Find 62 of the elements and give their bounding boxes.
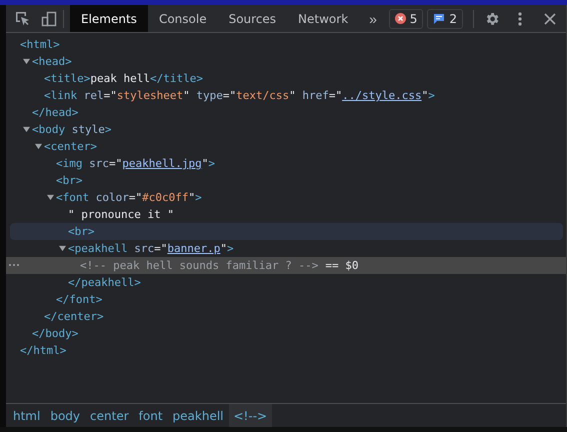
code-line: <html> — [20, 38, 60, 51]
message-count-badge[interactable]: 2 — [427, 8, 463, 28]
code-line: <img src="peakhell.jpg"> — [56, 157, 215, 170]
code-line: </center> — [44, 310, 104, 323]
code-line: </font> — [56, 293, 102, 306]
tree-row[interactable]: " pronounce it " — [6, 206, 566, 223]
link[interactable]: peakhell.jpg — [122, 157, 202, 170]
breadcrumb[interactable]: <!--> — [228, 404, 272, 427]
breadcrumb[interactable]: html — [8, 404, 46, 427]
tree-row[interactable]: <body style> — [6, 121, 566, 138]
more-tabs-button[interactable]: » — [359, 10, 387, 26]
more-icon[interactable] — [8, 261, 20, 269]
code-line: <body style> — [32, 123, 112, 136]
panel-tab[interactable]: Network — [287, 5, 360, 32]
expand-arrow-icon[interactable] — [59, 245, 66, 252]
settings-icon[interactable] — [484, 10, 500, 26]
device-toolbar-icon[interactable] — [41, 10, 57, 26]
breadcrumb[interactable]: font — [134, 404, 168, 427]
code-line: " pronounce it " — [68, 208, 174, 221]
code-line: </peakhell> — [68, 276, 141, 289]
code-line: <peakhell src="banner.p"> — [68, 242, 234, 255]
code-line: <br> — [68, 225, 94, 238]
tree-row[interactable]: <peakhell src="banner.p"> — [6, 240, 566, 257]
more-options-icon[interactable] — [518, 10, 522, 26]
expand-arrow-icon[interactable] — [23, 126, 30, 133]
tree-row[interactable]: <center> — [6, 138, 566, 155]
expand-arrow-icon[interactable] — [35, 143, 42, 150]
breadcrumb[interactable]: peakhell — [168, 404, 228, 427]
error-icon — [394, 13, 406, 24]
code-line: <link rel="stylesheet" type="text/css" href="../style.css"> — [44, 89, 435, 102]
panel-tab[interactable]: Elements — [70, 5, 148, 32]
link[interactable]: ../style.css — [342, 89, 422, 102]
code-line: <font color="#c0c0ff"> — [56, 191, 202, 204]
breadcrumb[interactable]: center — [85, 404, 134, 427]
tree-row[interactable]: <link rel="stylesheet" type="text/css" href="../style.css"> — [6, 87, 566, 104]
close-icon[interactable] — [544, 12, 556, 24]
inspect-icon[interactable] — [15, 10, 31, 26]
link[interactable]: banner.p — [167, 242, 220, 255]
tree-row[interactable]: <br> — [10, 223, 563, 240]
code-line: </head> — [32, 106, 78, 119]
code-line: <br> — [56, 174, 82, 187]
selection-marker: == $0 — [325, 259, 359, 272]
tree-row[interactable]: <head> — [6, 53, 566, 70]
tree-row[interactable]: <br> — [6, 172, 566, 189]
code-line: </body> — [32, 327, 78, 340]
code-line: <!-- peak hell sounds familiar ? --> — [80, 259, 318, 272]
expand-arrow-icon[interactable] — [47, 194, 54, 201]
message-icon — [433, 12, 446, 24]
panel-tab[interactable]: Sources — [218, 5, 288, 32]
code-line: <head> — [32, 55, 72, 68]
code-line: </html> — [20, 344, 66, 357]
panel-tab[interactable]: Console — [148, 5, 218, 32]
tree-row[interactable]: <!-- peak hell sounds familiar ? --> == $0 — [6, 257, 566, 274]
code-line: <center> — [44, 140, 97, 153]
breadcrumb[interactable]: body — [45, 404, 86, 427]
code-line: <title>peak hell</title> — [44, 72, 203, 85]
error-count-badge[interactable]: 5 — [388, 8, 424, 28]
expand-arrow-icon[interactable] — [23, 58, 30, 65]
tree-row[interactable]: <html> — [6, 36, 566, 53]
tree-row[interactable]: <img src="peakhell.jpg"> — [6, 155, 566, 172]
tree-row[interactable]: <title>peak hell</title> — [6, 70, 566, 87]
tree-row[interactable]: <font color="#c0c0ff"> — [6, 189, 566, 206]
